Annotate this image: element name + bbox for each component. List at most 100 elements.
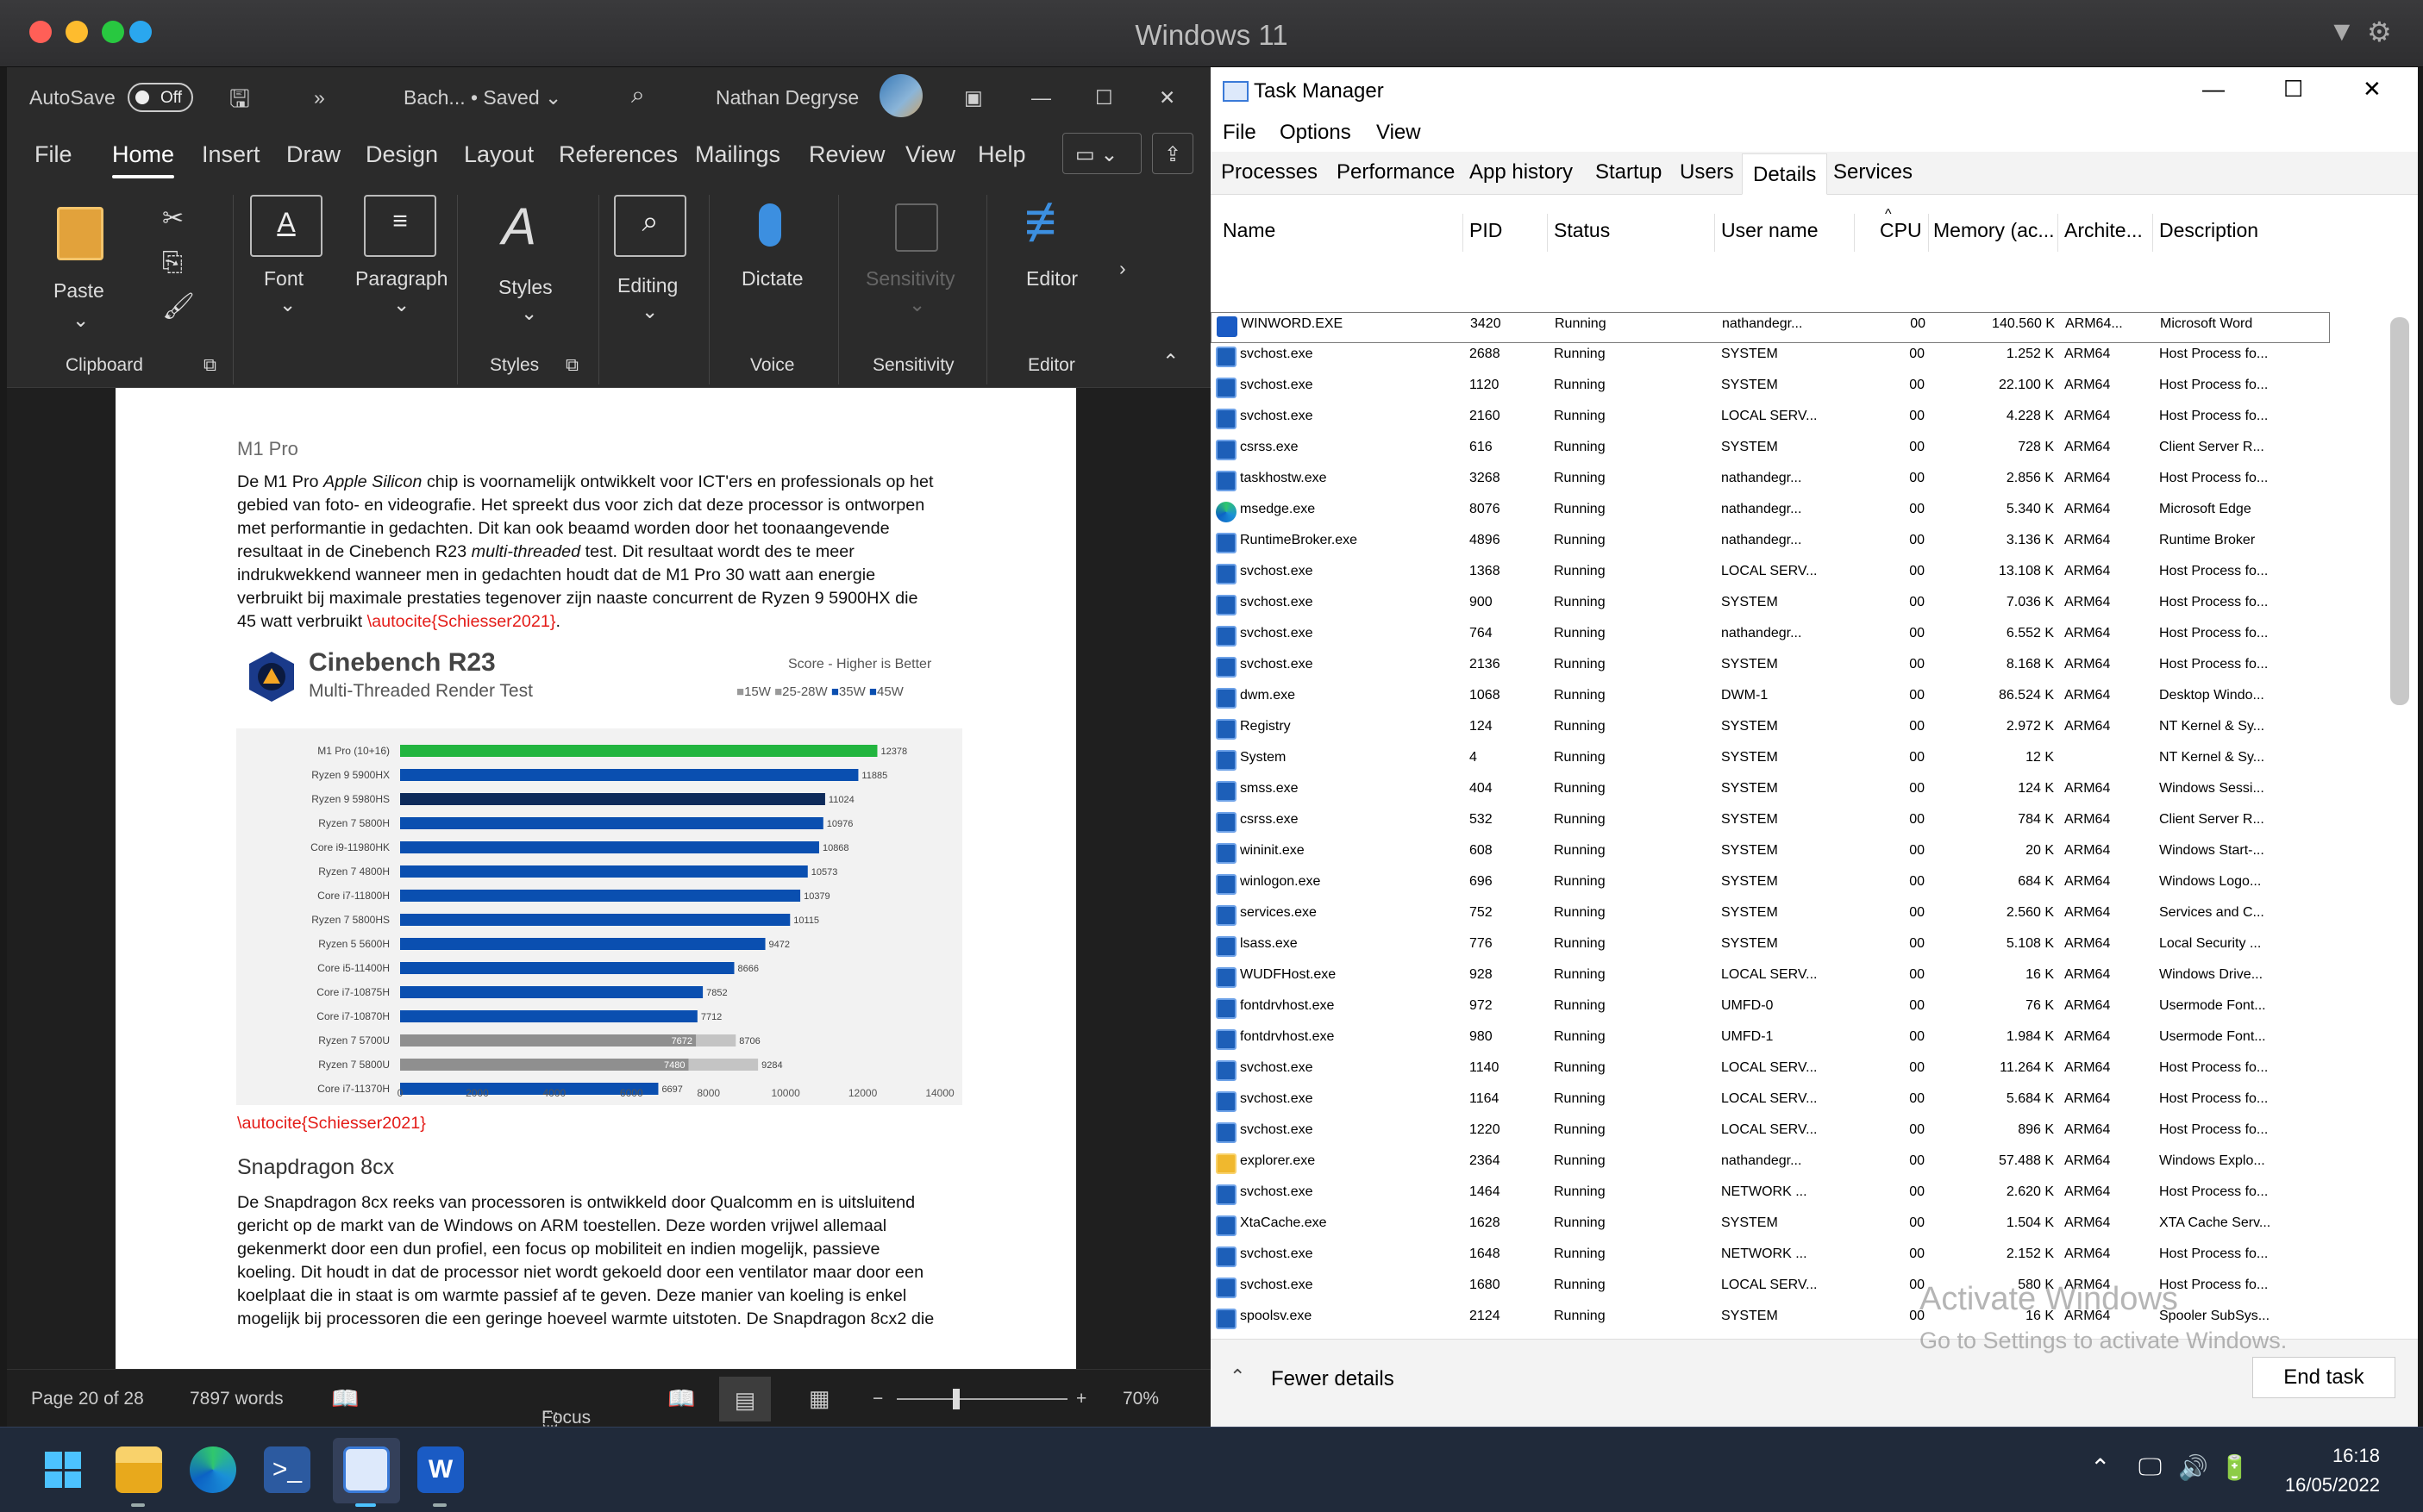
copy-icon[interactable]: ⎘ <box>162 248 183 278</box>
comments-button[interactable]: ▭ ⌄ <box>1062 133 1142 174</box>
styles-button[interactable]: Styles <box>498 276 553 299</box>
table-row[interactable]: WINWORD.EXE 3420 Running nathandegr... 00 140… <box>1211 312 2330 343</box>
table-row[interactable]: svchost.exe 764 Running nathandegr... 00 6.55… <box>1211 622 2392 653</box>
tab-mailings[interactable]: Mailings <box>695 141 780 168</box>
table-row[interactable]: XtaCache.exe 1628 Running SYSTEM 00 1.504 K AR… <box>1211 1212 2392 1243</box>
zoom-level[interactable]: 70% <box>1123 1389 1159 1409</box>
table-row[interactable]: svchost.exe 1164 Running LOCAL SERV... 00 5.6… <box>1211 1088 2392 1119</box>
task-manager-icon[interactable] <box>343 1446 390 1493</box>
tray-overflow-icon[interactable]: ⌃ <box>2090 1453 2110 1482</box>
table-row[interactable]: svchost.exe 1464 Running NETWORK ... 00 2.620… <box>1211 1181 2392 1212</box>
tab-users[interactable]: Users <box>1675 160 1739 184</box>
tab-performance[interactable]: Performance <box>1331 160 1460 184</box>
dropdown-arrow-icon[interactable]: ▼ <box>2328 16 2356 47</box>
table-row[interactable]: svchost.exe 1680 Running LOCAL SERV... 00 580… <box>1211 1274 2392 1305</box>
editor-button[interactable]: Editor <box>1026 267 1078 291</box>
table-row[interactable]: lsass.exe 776 Running SYSTEM 00 5.108 K ARM64 L… <box>1211 933 2392 964</box>
scrollbar-thumb[interactable] <box>2390 317 2409 705</box>
more-commands-icon[interactable]: » <box>314 86 325 109</box>
gear-icon[interactable]: ⚙ <box>2367 16 2392 48</box>
edge-icon[interactable] <box>190 1446 236 1493</box>
avatar[interactable] <box>880 74 923 117</box>
table-row[interactable]: RuntimeBroker.exe 4896 Running nathandegr..… <box>1211 529 2392 560</box>
menu-options[interactable]: Options <box>1280 121 1351 145</box>
table-row[interactable]: csrss.exe 532 Running SYSTEM 00 784 K ARM64 Cli… <box>1211 809 2392 840</box>
col-user-name[interactable]: User name <box>1721 219 1818 242</box>
tab-app-history[interactable]: App history <box>1464 160 1578 184</box>
paste-dropdown-icon[interactable]: ⌄ <box>72 309 89 332</box>
table-row[interactable]: svchost.exe 2688 Running SYSTEM 00 1.252 K ARM… <box>1211 343 2392 374</box>
zoom-in-icon[interactable]: + <box>1076 1389 1086 1409</box>
table-row[interactable]: svchost.exe 900 Running SYSTEM 00 7.036 K ARM6… <box>1211 591 2392 622</box>
fewer-details-button[interactable]: Fewer details <box>1271 1367 1394 1391</box>
table-row[interactable]: svchost.exe 2136 Running SYSTEM 00 8.168 K ARM… <box>1211 653 2392 684</box>
close-icon[interactable]: ✕ <box>2363 76 2382 103</box>
word-count[interactable]: 7897 words <box>190 1389 284 1409</box>
word-icon[interactable]: W <box>417 1446 464 1493</box>
read-mode-icon[interactable]: 📖 <box>667 1385 695 1412</box>
table-row[interactable]: svchost.exe 1120 Running SYSTEM 00 22.100 K AR… <box>1211 374 2392 405</box>
proofing-icon[interactable]: 📖 <box>331 1385 359 1412</box>
minimize-icon[interactable]: — <box>2202 76 2225 103</box>
tab-help[interactable]: Help <box>978 141 1026 168</box>
table-row[interactable]: winlogon.exe 696 Running SYSTEM 00 684 K ARM64… <box>1211 871 2392 902</box>
paragraph-button[interactable]: Paragraph <box>355 267 448 291</box>
chevron-up-icon[interactable]: ⌃ <box>1230 1365 1245 1388</box>
document-page[interactable]: M1 Pro De M1 Pro Apple Silicon chip is v… <box>116 388 1076 1369</box>
table-row[interactable]: fontdrvhost.exe 980 Running UMFD-1 00 1.984 K… <box>1211 1026 2392 1057</box>
table-row[interactable]: smss.exe 404 Running SYSTEM 00 124 K ARM64 Wind… <box>1211 778 2392 809</box>
styles-dropdown-icon[interactable]: ⌄ <box>521 302 537 325</box>
share-button[interactable]: ⇪ <box>1152 133 1193 174</box>
tab-home[interactable]: Home <box>112 141 175 178</box>
start-icon[interactable] <box>40 1446 86 1493</box>
search-icon[interactable]: ⌕ <box>631 81 645 109</box>
zoom-out-icon[interactable]: − <box>873 1389 883 1409</box>
clock[interactable]: 16:18 16/05/2022 <box>2285 1441 2380 1500</box>
tab-draw[interactable]: Draw <box>286 141 341 168</box>
table-row[interactable]: svchost.exe 1648 Running NETWORK ... 00 2.152… <box>1211 1243 2392 1274</box>
tab-view[interactable]: View <box>905 141 955 168</box>
autosave-toggle[interactable]: Off <box>128 83 193 112</box>
tab-details[interactable]: Details <box>1742 153 1828 195</box>
col-pid[interactable]: PID <box>1469 219 1502 242</box>
editing-button[interactable]: Editing <box>617 274 678 297</box>
tab-startup[interactable]: Startup <box>1590 160 1667 184</box>
table-row[interactable]: msedge.exe 8076 Running nathandegr... 00 5.34… <box>1211 498 2392 529</box>
font-icon[interactable]: A <box>250 195 322 257</box>
table-row[interactable]: System 4 Running SYSTEM 00 12 K NT Kernel & Sy… <box>1211 747 2392 778</box>
close-icon[interactable]: ✕ <box>1159 86 1175 109</box>
document-title[interactable]: Bach... • Saved ⌄ <box>404 86 561 109</box>
menu-file[interactable]: File <box>1223 121 1256 145</box>
col-description[interactable]: Description <box>2159 219 2258 242</box>
table-row[interactable]: wininit.exe 608 Running SYSTEM 00 20 K ARM64 Wi… <box>1211 840 2392 871</box>
table-row[interactable]: svchost.exe 1220 Running LOCAL SERV... 00 896… <box>1211 1119 2392 1150</box>
table-row[interactable]: Registry 124 Running SYSTEM 00 2.972 K ARM64 NT… <box>1211 715 2392 747</box>
print-layout-icon[interactable]: ▤ <box>719 1377 771 1421</box>
minimize-icon[interactable]: — <box>1031 86 1051 109</box>
cut-icon[interactable]: ✂ <box>162 203 184 234</box>
table-row[interactable]: fontdrvhost.exe 972 Running UMFD-0 00 76 K ARM… <box>1211 995 2392 1026</box>
page-indicator[interactable]: Page 20 of 28 <box>31 1389 144 1409</box>
styles-icon[interactable]: A <box>502 197 536 256</box>
end-task-button[interactable]: End task <box>2252 1357 2395 1398</box>
web-layout-icon[interactable]: ▦ <box>809 1385 830 1412</box>
tab-insert[interactable]: Insert <box>202 141 260 168</box>
editor-icon[interactable]: ≢ <box>1024 190 1080 253</box>
ribbon-display-icon[interactable]: ▣ <box>964 86 983 109</box>
col-architecture[interactable]: Archite... <box>2064 219 2143 242</box>
tab-services[interactable]: Services <box>1828 160 1918 184</box>
save-icon[interactable]: 🖫 <box>229 81 250 122</box>
maximize-icon[interactable]: ☐ <box>1095 86 1113 109</box>
table-row[interactable]: WUDFHost.exe 928 Running LOCAL SERV... 00 16 … <box>1211 964 2392 995</box>
clipboard-launcher-icon[interactable]: ⧉ <box>203 355 216 376</box>
tab-review[interactable]: Review <box>809 141 886 168</box>
microphone-icon[interactable] <box>759 203 781 247</box>
styles-launcher-icon[interactable]: ⧉ <box>566 355 579 376</box>
user-name[interactable]: Nathan Degryse <box>716 86 859 109</box>
tab-file[interactable]: File <box>34 141 72 168</box>
font-dropdown-icon[interactable]: ⌄ <box>279 293 296 316</box>
powershell-icon[interactable]: >_ <box>264 1446 310 1493</box>
tab-references[interactable]: References <box>559 141 678 168</box>
editing-dropdown-icon[interactable]: ⌄ <box>642 300 658 323</box>
tab-design[interactable]: Design <box>366 141 438 168</box>
